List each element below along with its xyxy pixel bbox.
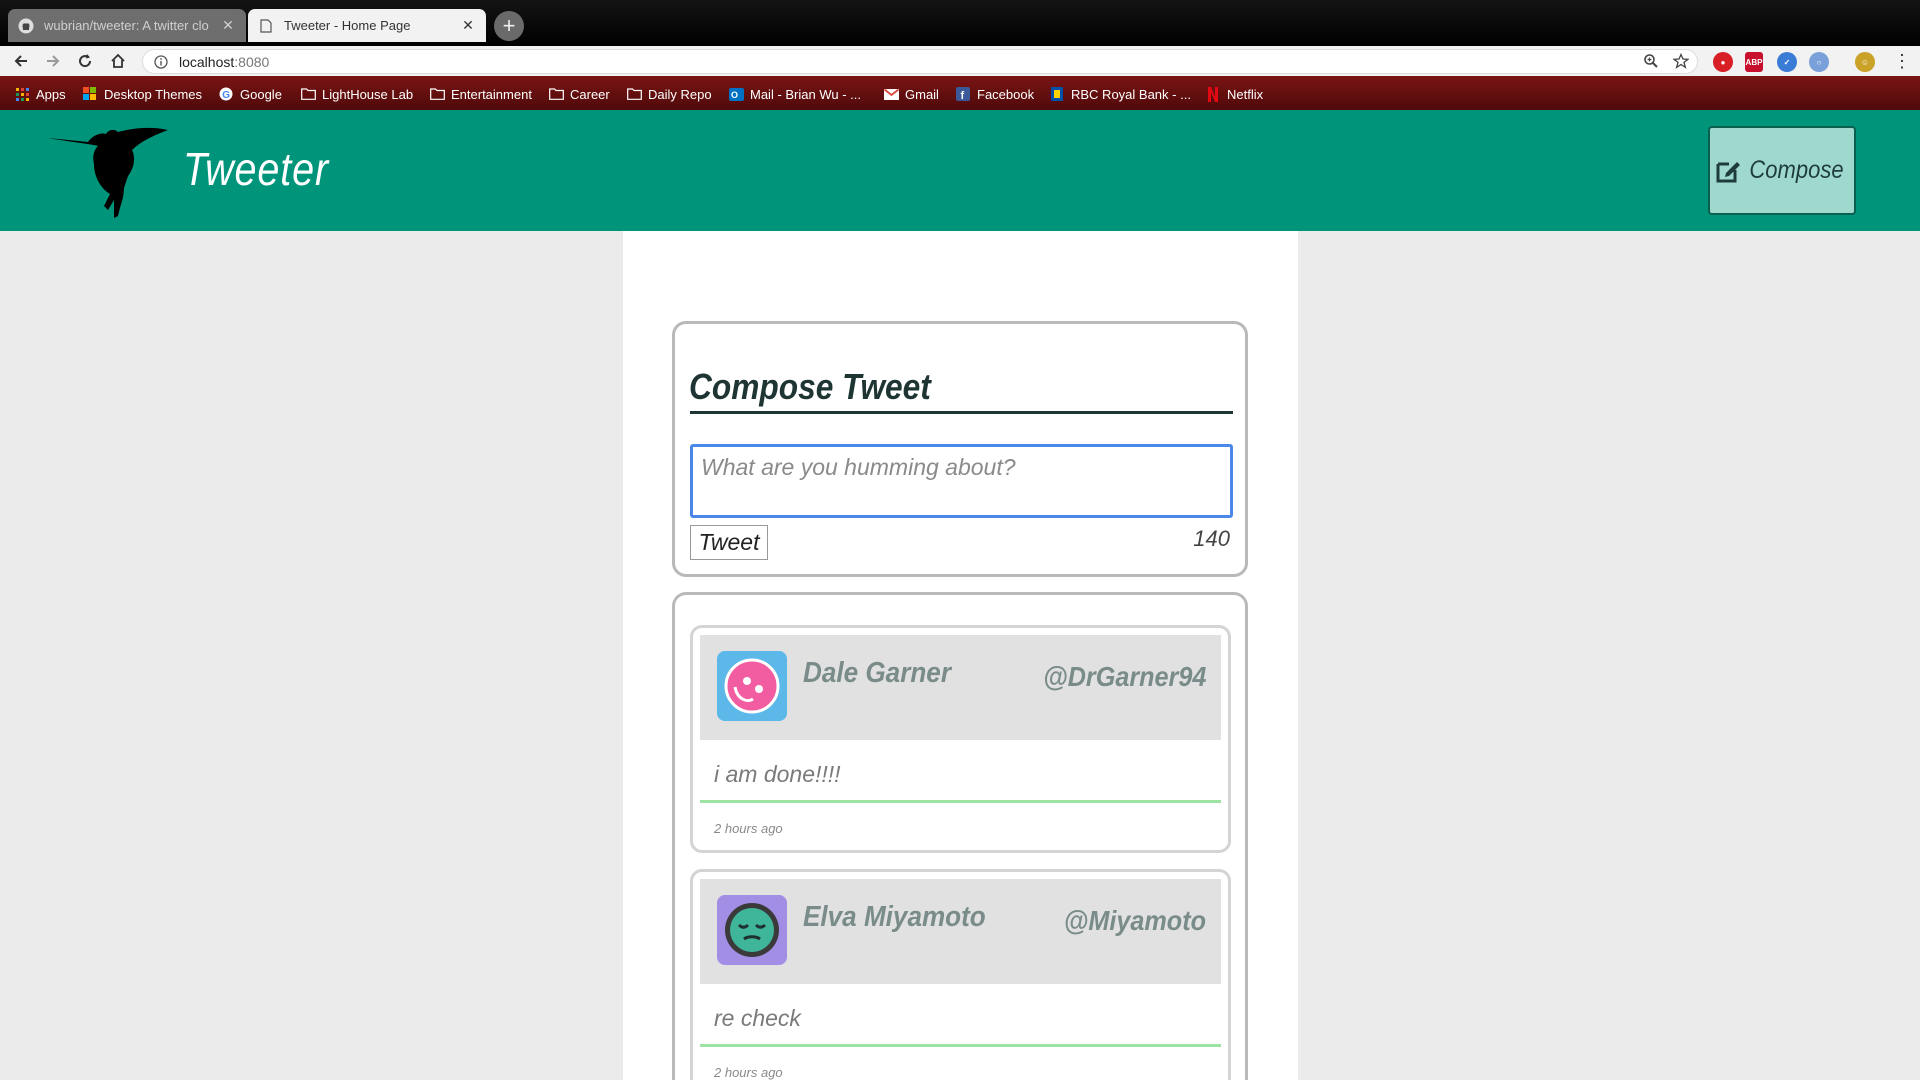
svg-text:O: O — [731, 90, 738, 100]
address-url: localhost:8080 — [179, 54, 269, 70]
svg-text:f: f — [961, 90, 965, 101]
tweet-content: re check — [714, 1005, 801, 1031]
tweet-content: i am done!!!! — [714, 761, 841, 787]
bookmark-label: RBC Royal Bank - ... — [1071, 86, 1191, 102]
browser-tab-github[interactable]: wubrian/tweeter: A twitter clo ✕ — [8, 9, 246, 42]
adblock-icon[interactable]: ABP — [1745, 52, 1763, 72]
facebook-icon: f — [955, 87, 971, 101]
home-icon[interactable] — [106, 50, 130, 72]
bookmark-google[interactable]: G Google — [218, 85, 282, 103]
tweet-header: Dale Garner @DrGarner94 — [700, 635, 1221, 740]
tab-title: Tweeter - Home Page — [284, 18, 411, 33]
bookmarks-bar: Apps Desktop Themes G Google LightHouse … — [0, 76, 1920, 110]
bookmark-gmail[interactable]: Gmail — [883, 85, 939, 103]
hummingbird-logo-icon — [48, 127, 168, 218]
compose-title: Compose Tweet — [689, 366, 931, 407]
browser-toolbar: localhost:8080 ● ABP ✓ ○ ☺ ⋮ — [0, 46, 1920, 76]
bookmark-facebook[interactable]: f Facebook — [955, 85, 1034, 103]
folder-icon — [300, 87, 316, 101]
tweet-divider — [700, 1044, 1221, 1047]
extension-icon-red[interactable]: ● — [1713, 52, 1733, 72]
tweet-submit-button[interactable]: Tweet — [690, 525, 768, 560]
bookmark-entertainment[interactable]: Entertainment — [429, 85, 532, 103]
compose-tweet-section: Compose Tweet Tweet 140 — [672, 321, 1248, 577]
address-bar[interactable]: localhost:8080 — [142, 49, 1698, 74]
apps-grid-icon — [14, 87, 30, 101]
app-header: Tweeter Compose — [0, 110, 1920, 231]
google-icon: G — [218, 87, 234, 101]
bookmark-label: Netflix — [1227, 86, 1264, 102]
url-host: localhost — [179, 53, 235, 70]
tweet-divider — [700, 800, 1221, 803]
close-tab-icon[interactable]: ✕ — [460, 17, 476, 34]
tweets-feed: Dale Garner @DrGarner94 i am done!!!! 2 … — [672, 592, 1248, 1080]
tweet-timestamp: 2 hours ago — [714, 821, 783, 836]
github-icon — [18, 18, 34, 34]
tweet-author-handle: @DrGarner94 — [1042, 661, 1206, 692]
bookmark-mail[interactable]: O Mail - Brian Wu - ... — [728, 85, 861, 103]
bookmark-career[interactable]: Career — [548, 85, 610, 103]
back-icon[interactable] — [9, 50, 33, 72]
netflix-icon — [1205, 86, 1221, 102]
bookmark-label: Gmail — [905, 86, 939, 102]
compose-divider — [690, 411, 1233, 414]
compose-button[interactable]: Compose — [1708, 126, 1856, 215]
tweet-card: Elva Miyamoto @Miyamoto re check 2 hours… — [690, 869, 1231, 1080]
folder-icon — [548, 87, 564, 101]
tweet-header: Elva Miyamoto @Miyamoto — [700, 879, 1221, 984]
zoom-icon[interactable] — [1643, 53, 1659, 74]
browser-tab-tweeter[interactable]: Tweeter - Home Page ✕ — [248, 9, 486, 42]
site-info-icon[interactable] — [152, 53, 170, 71]
new-tab-button[interactable]: + — [494, 11, 524, 41]
bookmark-label: LightHouse Lab — [322, 86, 414, 102]
folder-icon — [626, 87, 642, 101]
tweet-author-name: Elva Miyamoto — [803, 901, 986, 933]
tweet-timestamp: 2 hours ago — [714, 1065, 783, 1080]
bookmark-label: Facebook — [977, 86, 1035, 102]
bookmark-desktop-themes[interactable]: Desktop Themes — [82, 85, 202, 103]
bookmark-label: Entertainment — [451, 86, 532, 102]
main-container: Compose Tweet Tweet 140 Dale Garner @DrG… — [623, 231, 1298, 1080]
bookmark-label: Mail - Brian Wu - ... — [750, 86, 862, 102]
browser-tab-strip: wubrian/tweeter: A twitter clo ✕ Tweeter… — [0, 0, 1920, 46]
page-icon — [258, 18, 274, 34]
reload-icon[interactable] — [73, 50, 97, 72]
forward-icon[interactable] — [41, 50, 65, 72]
character-counter: 140 — [1193, 526, 1230, 551]
avatar — [717, 895, 787, 965]
close-tab-icon[interactable]: ✕ — [220, 17, 236, 34]
bookmark-label: Career — [570, 86, 610, 102]
tab-title: wubrian/tweeter: A twitter clo — [44, 18, 209, 33]
bookmark-rbc[interactable]: RBC Royal Bank - ... — [1049, 85, 1191, 103]
windows-icon — [82, 87, 98, 101]
avatar — [717, 651, 787, 721]
bookmark-lighthouse-lab[interactable]: LightHouse Lab — [300, 85, 413, 103]
outlook-icon: O — [728, 87, 744, 101]
extension-icon-blue[interactable]: ✓ — [1777, 52, 1797, 72]
bookmark-netflix[interactable]: Netflix — [1205, 85, 1263, 103]
rbc-icon — [1049, 87, 1065, 101]
profile-avatar[interactable]: ☺ — [1855, 52, 1875, 72]
bookmark-label: Apps — [36, 86, 66, 102]
bookmark-star-icon[interactable] — [1672, 52, 1690, 74]
tweet-author-name: Dale Garner — [803, 657, 951, 689]
bookmark-apps[interactable]: Apps — [14, 85, 66, 103]
compose-button-label: Compose — [1748, 156, 1844, 184]
menu-dots-icon[interactable]: ⋮ — [1890, 50, 1914, 72]
bookmark-label: Desktop Themes — [104, 86, 203, 102]
tweet-author-handle: @Miyamoto — [1063, 905, 1206, 936]
folder-icon — [429, 87, 445, 101]
brand-title: Tweeter — [183, 143, 329, 195]
tweet-textarea[interactable] — [690, 444, 1233, 518]
edit-icon — [1716, 161, 1740, 182]
svg-text:G: G — [222, 90, 230, 101]
bookmark-label: Daily Repo — [648, 86, 712, 102]
gmail-icon — [883, 87, 899, 101]
tweet-card: Dale Garner @DrGarner94 i am done!!!! 2 … — [690, 625, 1231, 853]
extension-icon-circle[interactable]: ○ — [1809, 52, 1829, 72]
bookmark-daily-repo[interactable]: Daily Repo — [626, 85, 712, 103]
bookmark-label: Google — [240, 86, 282, 102]
url-port: :8080 — [234, 53, 270, 70]
